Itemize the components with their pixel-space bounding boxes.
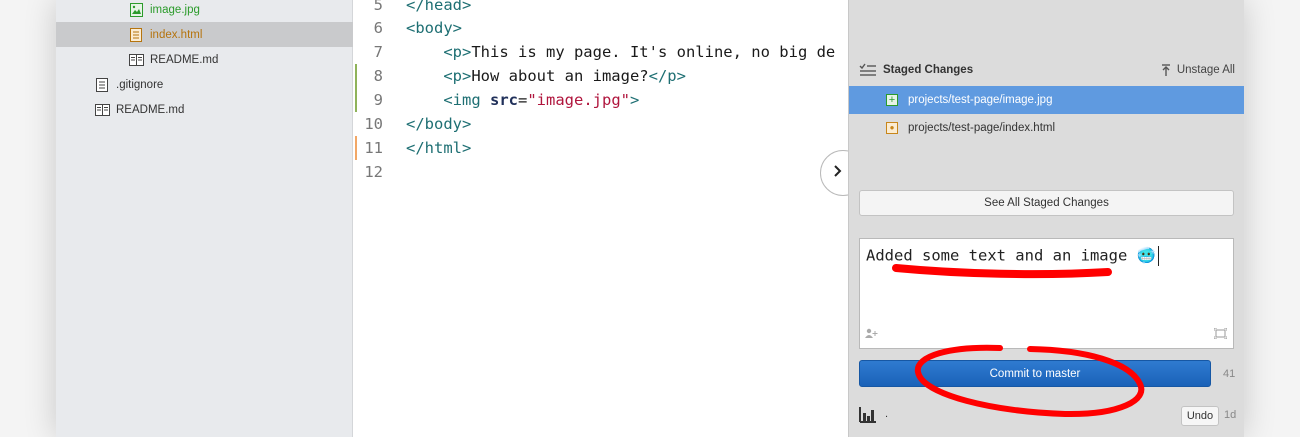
modified-file-icon: ●: [886, 122, 898, 134]
app-window: image.jpg index.html README.md .gitignor…: [56, 0, 1244, 437]
character-count: 41: [1223, 368, 1236, 380]
line-number: 11: [364, 139, 383, 157]
staged-list-icon: [859, 62, 877, 79]
file-label: README.md: [116, 103, 185, 116]
line-number: 9: [373, 91, 383, 109]
code-line: 5 </head>: [353, 0, 472, 17]
commit-message-text: Added some text and an image 🥶: [866, 246, 1159, 266]
file-label: index.html: [150, 28, 203, 41]
readme-file-icon: [128, 52, 144, 68]
code-line: 6 <body>: [353, 16, 462, 40]
code-text: </head>: [406, 0, 472, 14]
code-line: 10 </body>: [353, 112, 471, 136]
undo-commit-button[interactable]: Undo: [1181, 406, 1219, 426]
last-commit-age: 1d: [1224, 409, 1237, 421]
file-label: image.jpg: [150, 3, 200, 16]
see-all-staged-changes-button[interactable]: See All Staged Changes: [859, 190, 1234, 216]
unstage-icon: [1161, 63, 1171, 77]
code-line: 12: [353, 160, 383, 184]
commit-to-master-button[interactable]: Commit to master: [859, 360, 1211, 387]
code-line: 7 <p>This is my page. It's online, no bi…: [353, 40, 836, 64]
readme-file-icon: [94, 102, 110, 118]
history-chart-icon: [859, 432, 877, 437]
code-text: </html>: [406, 139, 472, 157]
staged-file-path: projects/test-page/image.jpg: [908, 94, 1053, 106]
staged-file-path: projects/test-page/index.html: [908, 122, 1056, 134]
added-file-icon: +: [886, 94, 898, 106]
commit-message-input[interactable]: Added some text and an image 🥶: [859, 238, 1234, 349]
line-number: 10: [364, 115, 383, 133]
file-item-gitignore[interactable]: .gitignore: [56, 72, 390, 97]
git-commit-panel: Staged Changes Unstage All + projects/te…: [848, 0, 1244, 437]
line-number: 6: [373, 19, 383, 37]
line-number: 7: [373, 43, 383, 61]
code-text: <p>This is my page. It's online, no big …: [443, 43, 836, 61]
image-file-icon: [128, 2, 144, 18]
code-text: </body>: [406, 115, 472, 133]
file-tree-sidebar: image.jpg index.html README.md .gitignor…: [56, 0, 424, 437]
code-text: <img src="image.jpg">: [443, 91, 640, 109]
line-number: 12: [364, 163, 383, 181]
text-file-icon: [94, 77, 110, 93]
staged-file-item[interactable]: ● projects/test-page/index.html: [849, 114, 1244, 142]
html-file-icon: [128, 27, 144, 43]
staged-file-item[interactable]: + projects/test-page/image.jpg: [849, 86, 1244, 114]
chevron-right-icon: [833, 164, 843, 182]
file-item-readme-root[interactable]: README.md: [56, 97, 390, 122]
expand-editor-icon[interactable]: [1213, 326, 1228, 344]
line-number: 5: [373, 0, 383, 14]
code-line: 11 </html>: [353, 136, 471, 160]
line-number: 8: [373, 67, 383, 85]
unstage-all-label: Unstage All: [1176, 64, 1235, 76]
file-label: README.md: [150, 53, 219, 66]
file-label: .gitignore: [116, 78, 164, 91]
code-text: <p>How about an image?</p>: [443, 67, 686, 85]
code-editor[interactable]: 5 </head> 6 <body> 7 <p>This is my page.…: [353, 0, 848, 437]
co-author-icon[interactable]: [865, 325, 879, 343]
history-chart-icon: [859, 407, 877, 428]
code-text: <body>: [406, 19, 462, 37]
staged-changes-title: Staged Changes: [883, 64, 974, 76]
code-line: 8 <p>How about an image?</p>: [353, 64, 686, 88]
unstage-all-button[interactable]: Unstage All: [1161, 63, 1235, 77]
staged-changes-header: Staged Changes Unstage All: [849, 58, 1244, 82]
code-line: 9 <img src="image.jpg">: [353, 88, 640, 112]
last-commit-text: .: [885, 408, 889, 420]
